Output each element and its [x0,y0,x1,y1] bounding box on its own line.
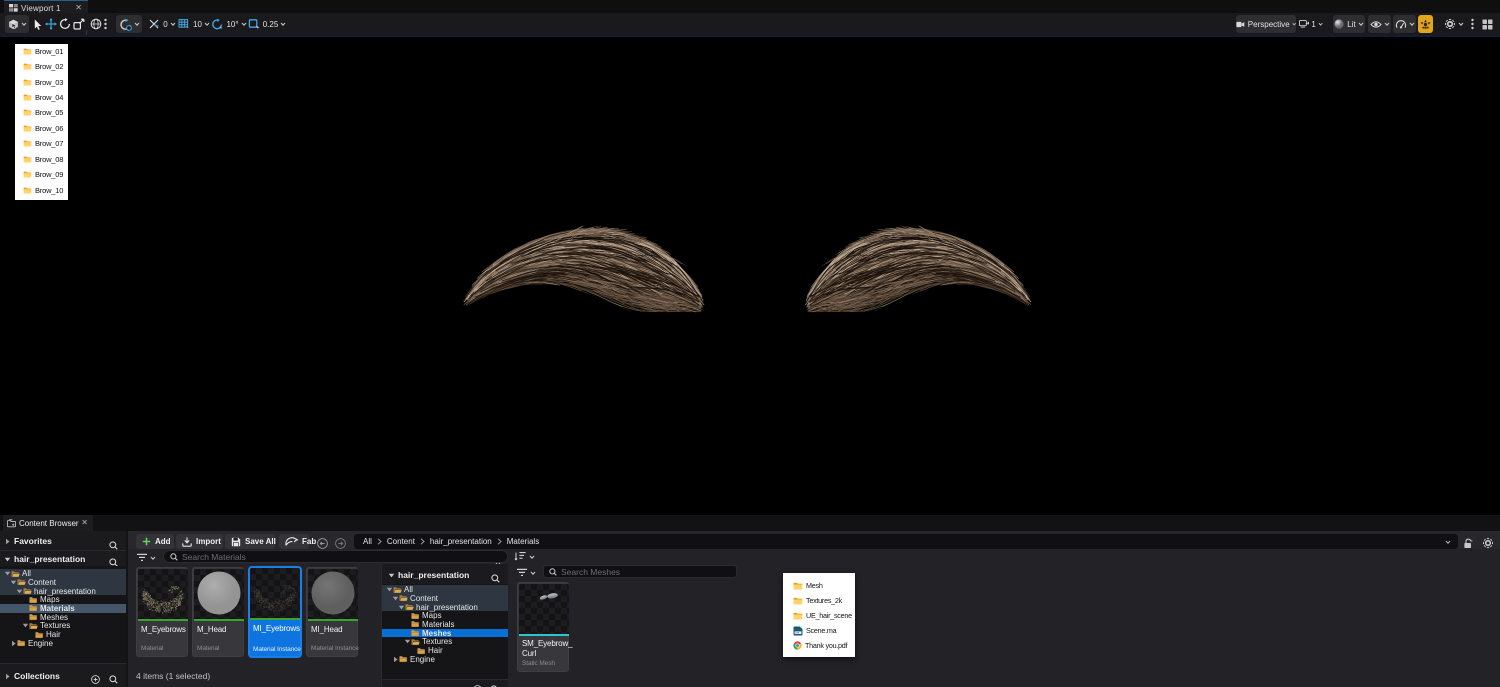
svg-text:ma: ma [795,630,799,634]
